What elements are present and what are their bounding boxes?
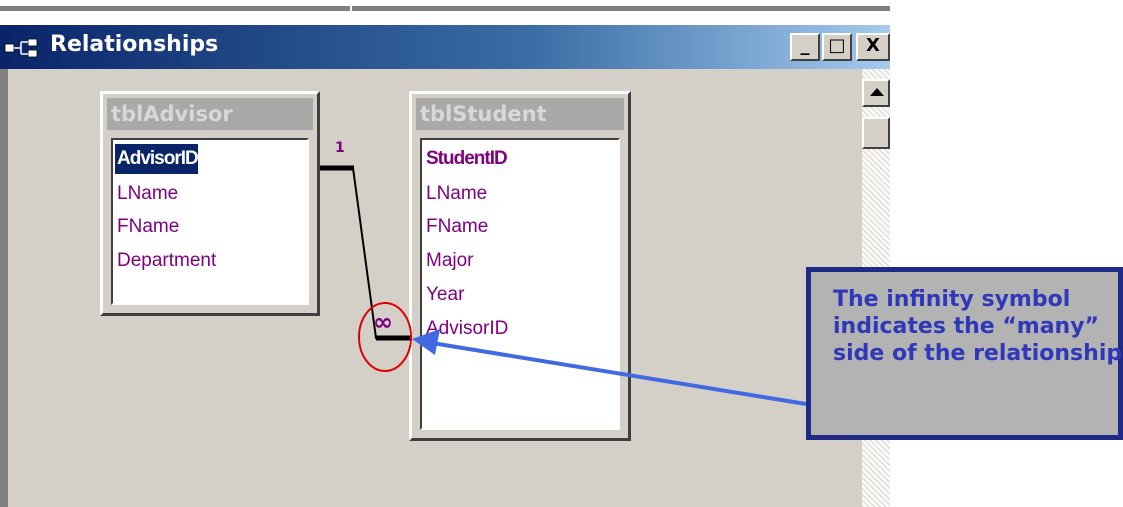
callout-box: The infinity symbol indicates the “many”… [806,267,1123,440]
one-side-label: 1 [335,140,345,156]
arrow-head-icon [412,329,440,355]
infinity-icon: ∞ [373,308,393,336]
callout-arrow-line [431,341,807,406]
callout-text: The infinity symbol indicates the “many”… [833,287,1123,366]
